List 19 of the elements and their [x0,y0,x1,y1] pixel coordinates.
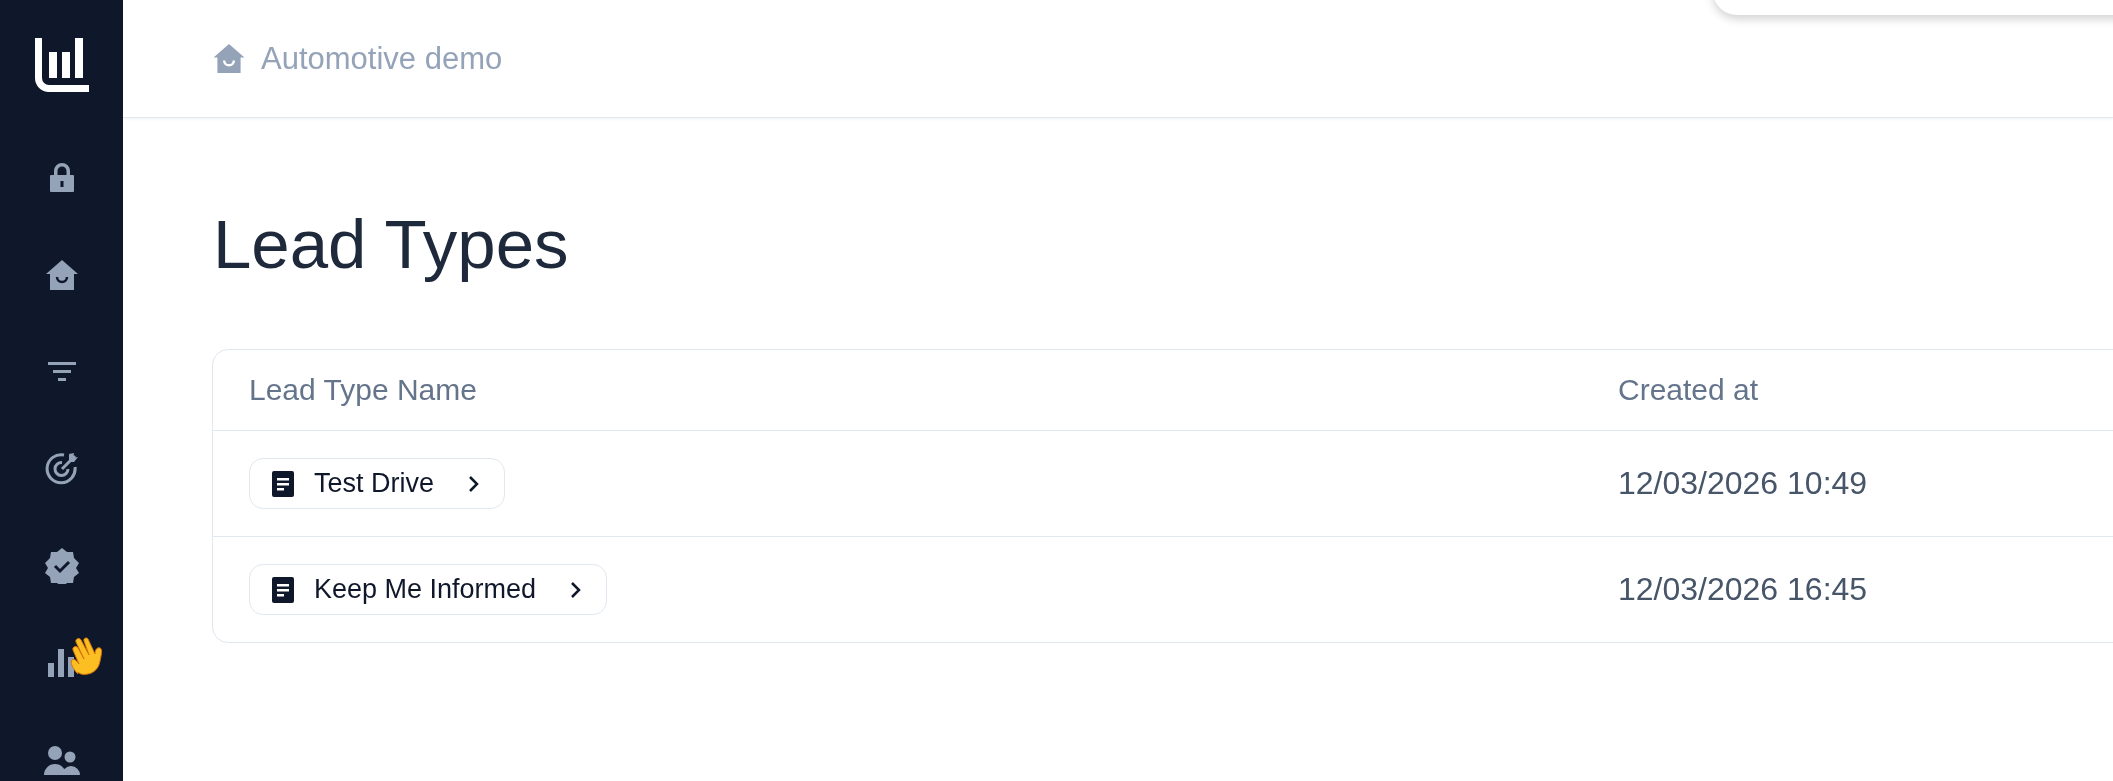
table-cell-text: 12/03/2026 16:45 [1617,571,1869,608]
chevron-right-icon [570,580,583,599]
document-icon [272,576,294,603]
page-title: Lead Types [213,206,570,283]
logo-icon [34,38,89,92]
home-icon[interactable] [45,259,78,290]
bar-chart-icon[interactable] [47,648,76,677]
lead-type-link[interactable]: Keep Me Informed [249,564,608,615]
verified-badge-icon[interactable] [43,547,80,584]
filter-icon[interactable] [47,361,76,382]
lead-type-link[interactable]: Test Drive [249,458,506,509]
users-icon[interactable] [43,744,80,775]
lock-icon[interactable] [48,162,75,193]
column-header: Created at [1617,373,1760,407]
column-header: Lead Type Name [248,373,478,407]
document-icon [272,470,294,497]
table-cell-text: 12/03/2026 10:49 [1617,465,1869,502]
target-icon[interactable] [44,451,79,486]
chevron-right-icon [468,474,481,493]
